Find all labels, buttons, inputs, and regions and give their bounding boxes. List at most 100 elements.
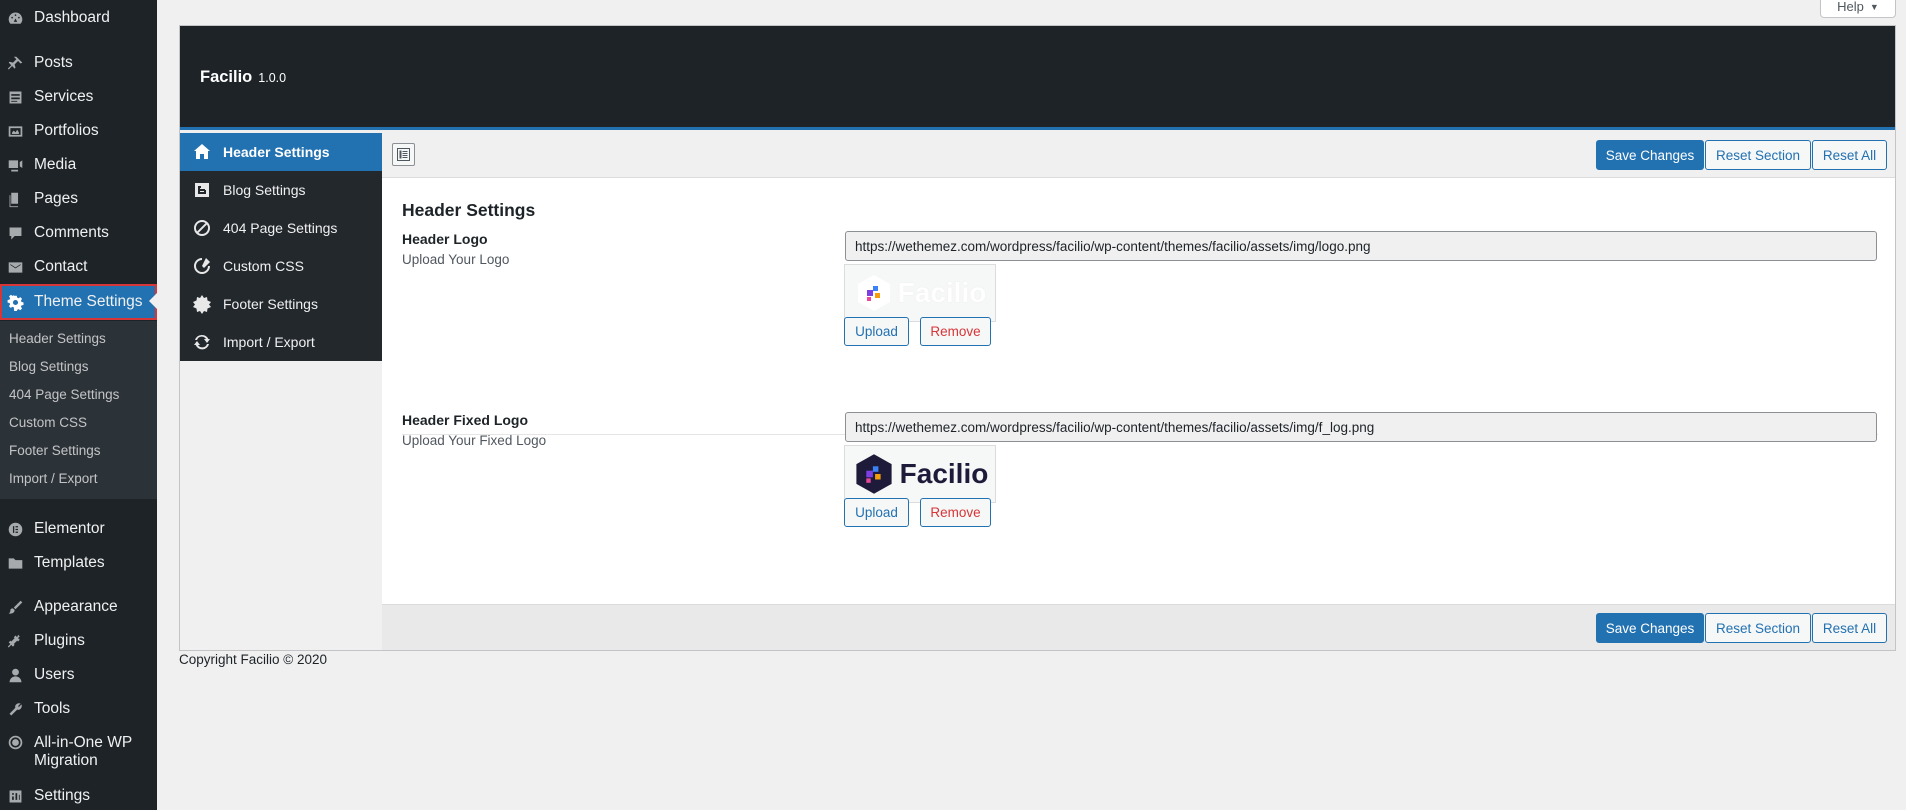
- menu-item-tools[interactable]: Tools: [0, 692, 157, 726]
- nav-blog-settings[interactable]: Blog Settings: [180, 171, 382, 209]
- ban-icon: [191, 217, 213, 239]
- media-icon: [7, 157, 24, 174]
- menu-item-portfolios[interactable]: Portfolios: [0, 114, 157, 148]
- header-logo-preview: Facilio: [844, 264, 996, 322]
- menu-label: Media: [34, 156, 77, 173]
- menu-label: Plugins: [34, 632, 85, 649]
- header-fixed-logo-remove-button[interactable]: Remove: [920, 498, 991, 527]
- nav-custom-css[interactable]: Custom CSS: [180, 247, 382, 285]
- submenu-item[interactable]: Import / Export: [9, 471, 98, 486]
- menu-item-all-in-one-wp-migration[interactable]: All-in-One WP Migration: [0, 732, 157, 774]
- gear-icon: [7, 294, 24, 311]
- nav-filler: [180, 361, 382, 650]
- header-fixed-logo-url-field[interactable]: https://wethemez.com/wordpress/facilio/w…: [845, 412, 1877, 442]
- nav-footer-settings[interactable]: Footer Settings: [180, 285, 382, 323]
- nav-label: Blog Settings: [223, 182, 306, 198]
- logo-mark-icon: [856, 454, 892, 494]
- reset-all-button[interactable]: Reset All: [1812, 613, 1887, 643]
- menu-item-services[interactable]: Services: [0, 80, 157, 114]
- menu-item-pages[interactable]: Pages: [0, 182, 157, 216]
- menu-label: Portfolios: [34, 122, 99, 139]
- menu-item-contact[interactable]: Contact: [0, 250, 157, 284]
- migration-icon: [7, 734, 24, 751]
- reset-section-button[interactable]: Reset Section: [1705, 613, 1811, 643]
- menu-label: Templates: [34, 554, 105, 571]
- expand-options-button[interactable]: [392, 143, 415, 166]
- header-fixed-logo-preview: Facilio: [844, 445, 996, 503]
- menu-item-comments[interactable]: Comments: [0, 216, 157, 250]
- menu-label: Contact: [34, 258, 88, 275]
- blogger-icon: [191, 179, 213, 201]
- nav-label: Import / Export: [223, 334, 315, 350]
- home-icon: [191, 141, 213, 163]
- save-changes-button[interactable]: Save Changes: [1596, 140, 1704, 170]
- header-logo-description: Upload Your Logo: [402, 252, 510, 267]
- settings-icon: [7, 788, 24, 805]
- header-logo-url-field[interactable]: https://wethemez.com/wordpress/facilio/w…: [845, 231, 1877, 261]
- expand-icon: [397, 148, 410, 161]
- admin-sidebar: Dashboard Posts Services Portfolios Medi…: [0, 0, 157, 810]
- menu-item-plugins[interactable]: Plugins: [0, 624, 157, 658]
- header-fixed-logo-description: Upload Your Fixed Logo: [402, 433, 547, 448]
- header-fixed-logo-label: Header Fixed Logo: [402, 412, 529, 428]
- menu-item-dashboard[interactable]: Dashboard: [0, 1, 157, 35]
- menu-label: Comments: [34, 224, 109, 241]
- nav-label: Custom CSS: [223, 258, 304, 274]
- help-tab-button[interactable]: Help ▼: [1820, 0, 1896, 18]
- mail-icon: [7, 259, 24, 276]
- header-logo-label: Header Logo: [402, 231, 488, 247]
- footer-copyright: Copyright Facilio © 2020: [179, 652, 328, 667]
- reset-all-button[interactable]: Reset All: [1812, 140, 1887, 170]
- logo-wordmark: Facilio: [899, 458, 989, 489]
- reset-section-button[interactable]: Reset Section: [1705, 140, 1811, 170]
- badge-icon: [191, 293, 213, 315]
- menu-label: Theme Settings: [34, 293, 143, 310]
- panel-title-text: Facilio: [200, 68, 253, 86]
- caret-down-icon: ▼: [1869, 1, 1879, 12]
- nav-import-export[interactable]: Import / Export: [180, 323, 382, 361]
- nav-label: Header Settings: [223, 144, 330, 160]
- panel-header: Facilio 1.0.0: [180, 26, 1895, 130]
- panel-title: Facilio 1.0.0: [200, 68, 286, 87]
- menu-label: Services: [34, 88, 94, 105]
- submenu-item[interactable]: Footer Settings: [9, 443, 101, 458]
- list-icon: [7, 89, 24, 106]
- submenu-item[interactable]: Custom CSS: [9, 415, 87, 430]
- logo-mark-icon: [857, 275, 890, 311]
- menu-label: Users: [34, 666, 75, 683]
- elementor-icon: [7, 521, 24, 538]
- menu-item-users[interactable]: Users: [0, 658, 157, 692]
- top-toolbar: Save Changes Reset Section Reset All: [382, 133, 1895, 178]
- header-fixed-logo-upload-button[interactable]: Upload: [844, 498, 909, 527]
- folder-icon: [7, 555, 24, 572]
- bottom-toolbar: Save Changes Reset Section Reset All: [382, 604, 1895, 650]
- nav-header-settings[interactable]: Header Settings: [180, 133, 382, 171]
- menu-item-elementor[interactable]: Elementor: [0, 512, 157, 546]
- save-changes-button[interactable]: Save Changes: [1596, 613, 1704, 643]
- menu-item-media[interactable]: Media: [0, 148, 157, 182]
- submenu-item[interactable]: Blog Settings: [9, 359, 89, 374]
- header-logo-remove-button[interactable]: Remove: [920, 317, 991, 346]
- menu-label: Posts: [34, 54, 73, 71]
- options-nav: Header Settings Blog Settings 404 Page S…: [180, 133, 382, 361]
- menu-label: Dashboard: [34, 9, 110, 26]
- menu-label: Settings: [34, 787, 91, 804]
- portfolio-icon: [7, 123, 24, 140]
- user-icon: [7, 667, 24, 684]
- menu-item-posts[interactable]: Posts: [0, 46, 157, 80]
- menu-item-appearance[interactable]: Appearance: [0, 590, 157, 624]
- submenu-item[interactable]: 404 Page Settings: [9, 387, 119, 402]
- refresh-icon: [191, 331, 213, 353]
- panel-version: 1.0.0: [258, 71, 287, 85]
- nav-404-page-settings[interactable]: 404 Page Settings: [180, 209, 382, 247]
- menu-item-theme-settings[interactable]: Theme Settings: [0, 284, 157, 320]
- menu-item-templates[interactable]: Templates: [0, 546, 157, 580]
- header-logo-upload-button[interactable]: Upload: [844, 317, 909, 346]
- nav-label: 404 Page Settings: [223, 220, 338, 236]
- menu-label: All-in-One WP Migration: [34, 734, 132, 769]
- brush-icon: [7, 599, 24, 616]
- menu-label: Pages: [34, 190, 78, 207]
- menu-label: Tools: [34, 700, 71, 717]
- menu-item-settings[interactable]: Settings: [0, 779, 157, 810]
- submenu-item[interactable]: Header Settings: [9, 331, 106, 346]
